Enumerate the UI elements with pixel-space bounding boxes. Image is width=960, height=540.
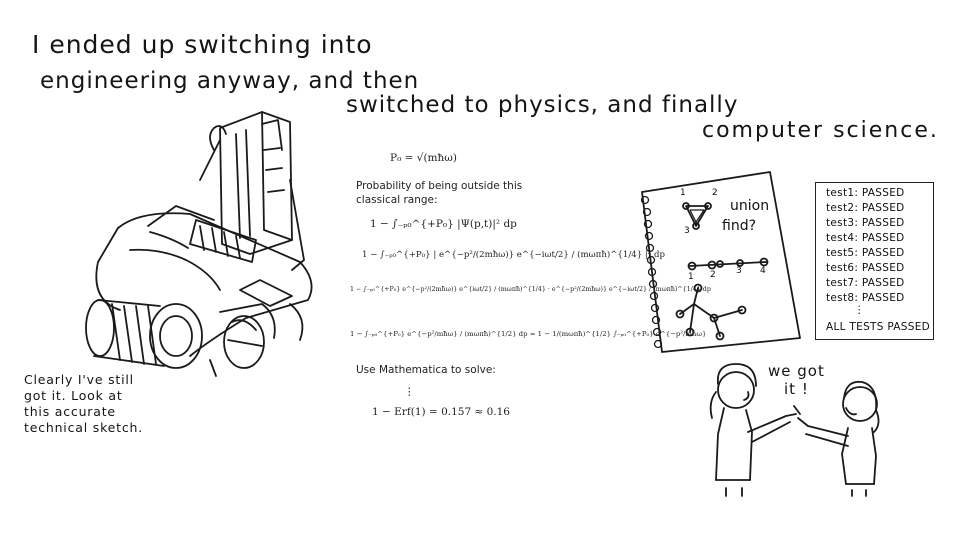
notebook-num-line-2: 2 xyxy=(710,270,716,280)
math-result: 1 − Erf(1) = 0.157 ≈ 0.16 xyxy=(372,406,510,418)
math-dots: ⋮ xyxy=(404,386,415,398)
car-caption: Clearly I've still got it. Look at this … xyxy=(24,372,143,436)
notebook-num-line-1: 1 xyxy=(688,272,694,282)
math-eq-4: 1 − ∫₋ₚ₀^{+P₀} e^{−p²/mħω} / (mωπħ)^{1/2… xyxy=(350,330,707,338)
tests-summary: ALL TESTS PASSED xyxy=(826,321,931,333)
math-prob-line-2: classical range: xyxy=(356,194,438,206)
notebook-num-line-4: 4 xyxy=(760,266,766,276)
test-row: test8: PASSED xyxy=(826,292,905,304)
test-row: test3: PASSED xyxy=(826,217,905,229)
notebook-num-tri-2: 2 xyxy=(712,188,718,198)
car-sketch xyxy=(85,111,313,377)
test-row: test6: PASSED xyxy=(826,262,905,274)
test-row: test2: PASSED xyxy=(826,202,905,214)
test-row: test7: PASSED xyxy=(826,277,905,289)
notebook-label-find: find? xyxy=(722,218,757,234)
test-results-box: test1: PASSED test2: PASSED test3: PASSE… xyxy=(815,182,934,340)
caption-line-1: Clearly I've still xyxy=(24,372,134,387)
math-eq-1: 1 − ∫₋ₚ₀^{+P₀} |Ψ(p,t)|² dp xyxy=(370,218,517,230)
caption-line-4: technical sketch. xyxy=(24,420,144,435)
math-eq-3: 1 − ∫₋ₚ₀^{+P₀} e^{−p²/(2mħω)} e^{iωt/2} … xyxy=(350,286,711,293)
test-row: test4: PASSED xyxy=(826,232,905,244)
caption-line-3: this accurate xyxy=(24,404,116,419)
speech-line-2: it ! xyxy=(784,380,809,398)
math-prob-line-1: Probability of being outside this xyxy=(356,180,523,192)
notebook-label-union: union xyxy=(730,198,770,214)
notebook-num-tri-1: 1 xyxy=(680,188,686,198)
notebook-num-line-3: 3 xyxy=(736,266,742,276)
notebook-sketch xyxy=(640,171,801,353)
caption-line-2: got it. Look at xyxy=(24,388,123,403)
notebook-num-tri-3: 3 xyxy=(684,226,690,236)
speech-line-1: we got xyxy=(768,362,825,380)
tests-dots: ⋮ xyxy=(854,304,865,316)
test-row: test5: PASSED xyxy=(826,247,905,259)
math-p0: P₀ = √(mħω) xyxy=(390,152,457,164)
speech-bubble-text: we got it ! xyxy=(768,362,825,398)
math-solve-text: Use Mathematica to solve: xyxy=(356,364,496,376)
math-eq-2: 1 − ∫₋ₚ₀^{+P₀} | e^{−p²/(2mħω)} e^{−iωt/… xyxy=(362,250,665,260)
test-row: test1: PASSED xyxy=(826,187,905,199)
